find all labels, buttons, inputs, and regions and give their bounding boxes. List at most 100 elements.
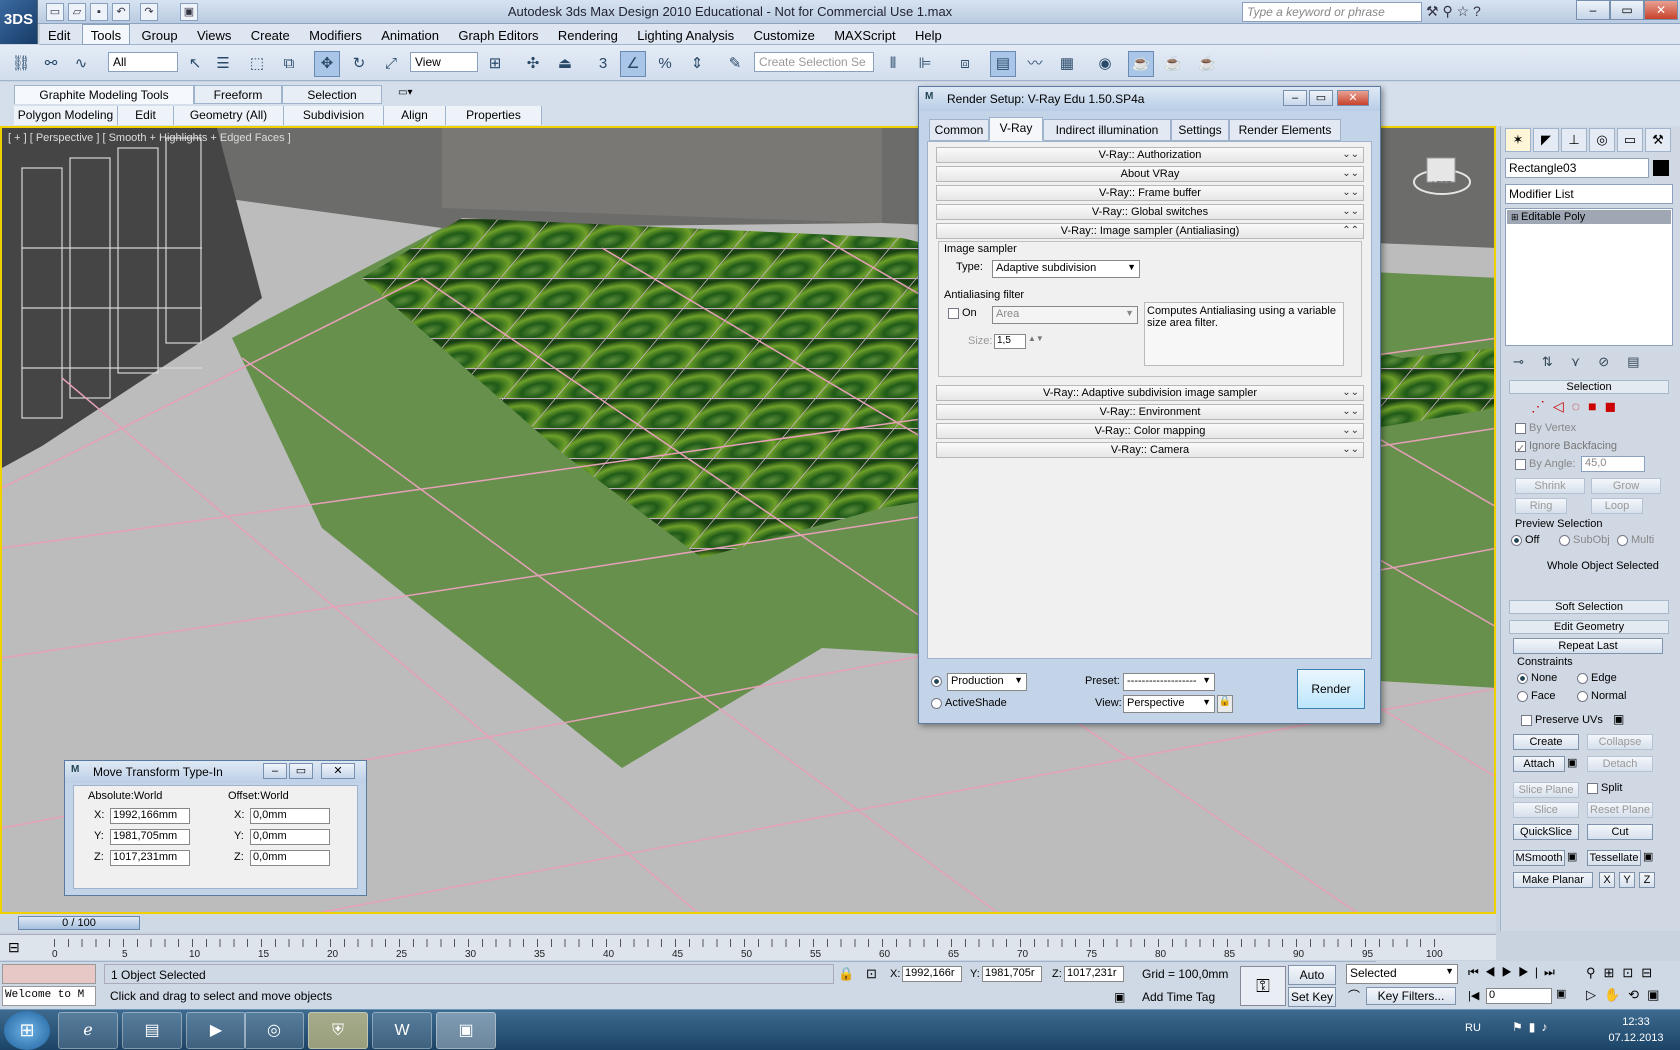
object-color-swatch[interactable] [1653,160,1669,176]
mirror-icon[interactable]: ⫴ [880,51,906,77]
menu-animation[interactable]: Animation [373,25,447,46]
menu-customize[interactable]: Customize [745,25,822,46]
rollout-image-sampler[interactable]: V-Ray:: Image sampler (Antialiasing) ⌃⌃ [936,223,1364,239]
make-planar-y-button[interactable]: Y [1619,872,1635,888]
redo-icon[interactable]: ↷ [140,3,158,21]
select-and-link-icon[interactable]: ⛓ [8,51,34,77]
lock-view-icon[interactable]: 🔒 [1217,695,1233,713]
attach-button[interactable]: Attach [1513,756,1565,772]
sampler-type-dropdown[interactable]: Adaptive subdivision ▼ [992,260,1140,278]
spinner-snap-icon[interactable]: ⇕ [684,51,710,77]
menu-graph-editors[interactable]: Graph Editors [450,25,546,46]
rendered-frame-window-icon[interactable]: ☕ [1160,51,1186,77]
status-y-field[interactable]: 1981,705r [982,966,1042,982]
align-icon[interactable]: ⊫ [912,51,938,77]
tessellate-button[interactable]: Tessellate [1587,850,1641,866]
stack-controls-icons[interactable]: ⊸⇅⋎⊘▤ [1513,354,1673,370]
abs-z-field[interactable]: 1017,231mm [110,850,190,866]
language-indicator[interactable]: RU [1465,1022,1481,1034]
preserve-uvs-settings-icon[interactable]: ▣ [1613,712,1624,726]
create-button[interactable]: Create [1513,734,1579,750]
angle-snap-icon[interactable]: ∠ [620,51,646,77]
msmooth-button[interactable]: MSmooth [1513,850,1565,866]
search-input[interactable]: Type a keyword or phrase [1242,2,1422,22]
viewport-nav-zoom-icons[interactable]: ⚲⊞⊡⊟ [1586,965,1660,981]
named-selection-sets-dropdown[interactable]: Create Selection Se [754,52,874,72]
set-key-mode-icon[interactable]: ⚿ [1240,966,1286,1006]
ignore-backfacing-checkbox[interactable]: ✓ Ignore Backfacing [1515,440,1617,455]
selection-rollout-header[interactable]: Selection [1509,380,1669,394]
utilities-panel-icon[interactable]: ⚒ [1645,128,1671,152]
menu-rendering[interactable]: Rendering [550,25,626,46]
move-dialog-close-button[interactable]: ✕ [321,763,355,779]
tab-indirect-illumination[interactable]: Indirect illumination [1043,119,1171,141]
select-and-move-icon[interactable]: ✥ [314,51,340,77]
menu-lighting-analysis[interactable]: Lighting Analysis [629,25,742,46]
subtab-polygon-modeling[interactable]: Polygon Modeling [14,106,118,125]
shrink-button[interactable]: Shrink [1515,478,1585,494]
menu-edit[interactable]: Edit [40,25,78,46]
set-key-button[interactable]: Set Key [1288,987,1336,1007]
taskbar-chrome-icon[interactable]: ◎ [244,1012,304,1049]
loop-button[interactable]: Loop [1591,498,1643,514]
slice-plane-button[interactable]: Slice Plane [1513,782,1579,798]
menu-modifiers[interactable]: Modifiers [301,25,370,46]
dialog-close-button[interactable]: ✕ [1337,90,1369,106]
attach-list-icon[interactable]: ▣ [1567,756,1577,769]
repeat-last-button[interactable]: Repeat Last [1513,638,1663,654]
rollout-color-mapping[interactable]: V-Ray:: Color mapping ⌄⌄ [936,423,1364,439]
select-by-name-icon[interactable]: ☰ [210,51,236,77]
activeshade-radio[interactable]: ActiveShade [931,697,1007,709]
default-tangent-icon[interactable]: ⌒ [1348,987,1360,1004]
maxscript-listener-mini[interactable] [2,964,96,984]
production-dropdown[interactable]: Production ▼ [947,673,1027,691]
status-x-field[interactable]: 1992,166r [902,966,962,982]
preview-off-radio[interactable]: Off [1511,534,1539,546]
cut-button[interactable]: Cut [1587,824,1653,840]
tessellate-settings-icon[interactable]: ▣ [1643,850,1653,863]
detach-button[interactable]: Detach [1587,756,1653,772]
tab-freeform[interactable]: Freeform [194,85,282,104]
window-crossing-icon[interactable]: ⧉ [276,51,302,77]
make-planar-z-button[interactable]: Z [1639,872,1655,888]
create-panel-icon[interactable]: ✶ [1505,128,1531,152]
start-button[interactable]: ⊞ [4,1011,50,1050]
trackbar[interactable]: ⊟ 0 5 10 15 20 25 30 35 40 45 50 55 60 6… [0,934,1496,960]
off-z-field[interactable]: 0,0mm [250,850,330,866]
rollout-environment[interactable]: V-Ray:: Environment ⌄⌄ [936,404,1364,420]
tab-render-elements[interactable]: Render Elements [1229,119,1341,141]
playback-controls-icons[interactable]: ⏮◀▶▶|⏭ [1468,965,1561,980]
preview-multi-radio[interactable]: Multi [1617,534,1654,546]
maximize-button[interactable]: ▭ [1610,0,1644,20]
save-file-icon[interactable]: ▪ [90,3,108,21]
render-button[interactable]: Render [1297,669,1365,709]
tab-common[interactable]: Common [929,119,989,141]
close-button[interactable]: ✕ [1644,0,1678,20]
schematic-view-icon[interactable]: ▦ [1054,51,1080,77]
menu-help[interactable]: Help [907,25,950,46]
msmooth-settings-icon[interactable]: ▣ [1567,850,1577,863]
dialog-maximize-button[interactable]: ▭ [1309,90,1333,106]
subtab-properties[interactable]: Properties [446,106,542,125]
open-file-icon[interactable]: ▱ [68,3,86,21]
rollout-authorization[interactable]: V-Ray:: Authorization ⌄⌄ [936,147,1364,163]
move-dialog-maximize-button[interactable]: ▭ [289,763,313,779]
move-dialog-minimize-button[interactable]: – [263,763,287,779]
modifier-stack-item[interactable]: ⊞ Editable Poly [1507,210,1671,224]
menu-maxscript[interactable]: MAXScript [826,25,903,46]
rollout-frame-buffer[interactable]: V-Ray:: Frame buffer ⌄⌄ [936,185,1364,201]
rect-selection-region-icon[interactable]: ⬚ [244,51,270,77]
taskbar-ie-icon[interactable]: ℯ [58,1012,118,1049]
curve-editor-icon[interactable]: 〰 [1022,51,1048,77]
tray-icons[interactable]: ⚑▮♪ [1512,1020,1553,1034]
off-x-field[interactable]: 0,0mm [250,808,330,824]
select-and-rotate-icon[interactable]: ↻ [346,51,372,77]
hierarchy-panel-icon[interactable]: ⊥ [1561,128,1587,152]
rollout-global-switches[interactable]: V-Ray:: Global switches ⌄⌄ [936,204,1364,220]
menu-create[interactable]: Create [243,25,298,46]
add-time-tag[interactable]: Add Time Tag [1142,990,1215,1004]
subtab-edit[interactable]: Edit [118,106,174,125]
taskbar-3dsmax-icon[interactable]: ▣ [436,1012,496,1049]
current-frame-field[interactable]: 0 [1486,988,1552,1004]
pivot-center-icon[interactable]: ⊞ [482,51,508,77]
